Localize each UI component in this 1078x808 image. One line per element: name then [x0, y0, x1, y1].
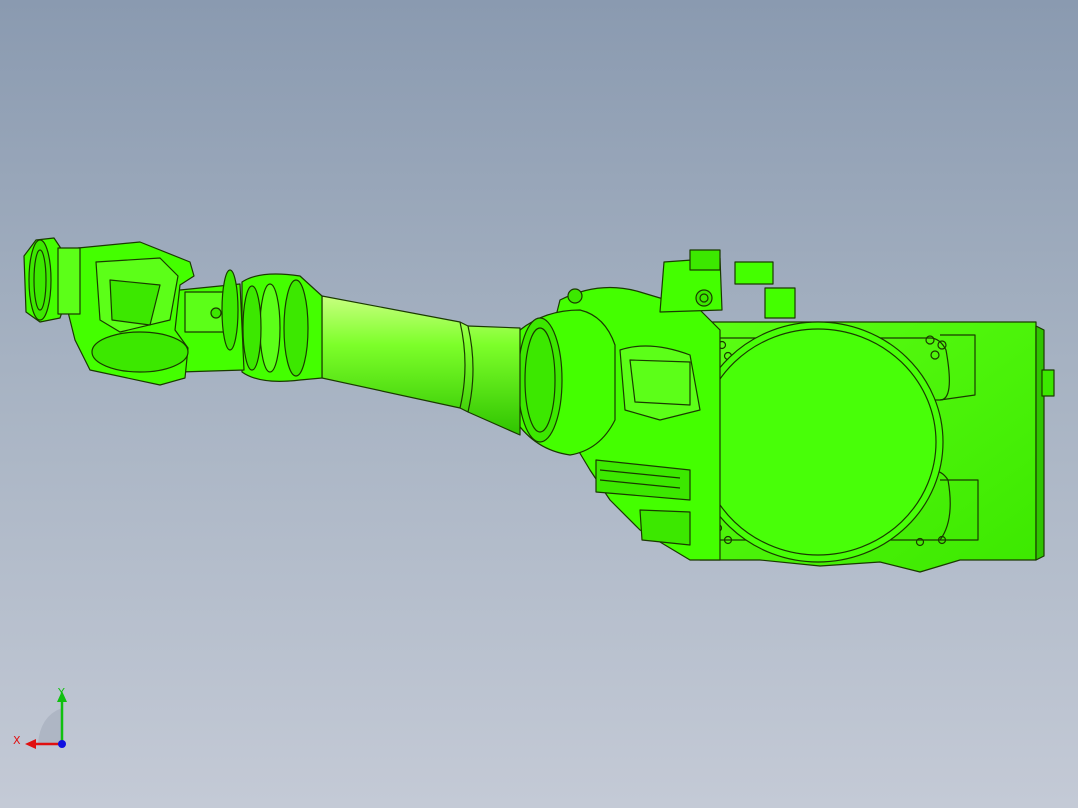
end-flange[interactable] [23, 237, 81, 323]
rotary-base[interactable] [692, 321, 944, 563]
x-axis-label: X [13, 734, 21, 747]
triad-plane-shade [38, 708, 62, 744]
motor-block[interactable] [659, 249, 796, 319]
z-axis-dot [58, 740, 66, 748]
y-axis-label: Y [57, 686, 65, 699]
axis-triad: Y X [13, 686, 67, 749]
wrist-housing[interactable] [64, 241, 195, 386]
3d-viewport[interactable]: Y X [0, 0, 1078, 808]
x-axis-arrow [25, 739, 36, 749]
robot-arm-model[interactable] [0, 0, 1078, 808]
forearm-tube[interactable] [321, 295, 521, 436]
forearm-collar[interactable] [241, 273, 323, 382]
